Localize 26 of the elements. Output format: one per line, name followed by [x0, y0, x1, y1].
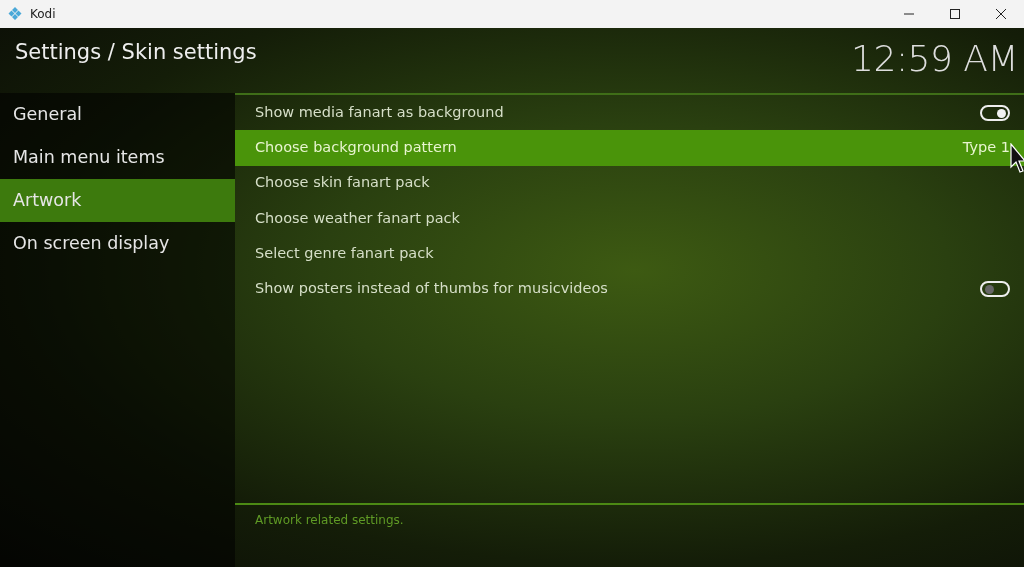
breadcrumb-title: Settings / Skin settings: [15, 40, 257, 64]
sidebar-item[interactable]: General: [0, 93, 235, 136]
setting-value: Type 1: [962, 138, 1010, 158]
setting-label: Choose background pattern: [255, 138, 457, 158]
sidebar-item[interactable]: Main menu items: [0, 136, 235, 179]
clock: 12:59 AM: [851, 38, 1018, 79]
setting-label: Show media fanart as background: [255, 102, 504, 122]
mouse-cursor-icon: [1010, 143, 1024, 173]
sidebar-item[interactable]: On screen display: [0, 222, 235, 265]
setting-row[interactable]: Choose skin fanart pack: [235, 165, 1024, 201]
setting-row[interactable]: Show posters instead of thumbs for musicvideos: [235, 271, 1024, 307]
setting-label: Show posters instead of thumbs for musicvideos: [255, 279, 608, 299]
setting-description: Artwork related settings.: [255, 513, 404, 527]
app-logo-icon: [8, 7, 22, 21]
toggle-switch[interactable]: [980, 281, 1010, 298]
maximize-icon: [950, 9, 960, 19]
close-icon: [996, 9, 1006, 19]
setting-row[interactable]: Choose weather fanart pack: [235, 200, 1024, 237]
setting-label: Choose weather fanart pack: [255, 208, 460, 228]
window-title: Kodi: [30, 6, 56, 23]
setting-label: Choose skin fanart pack: [255, 173, 430, 193]
toggle-switch[interactable]: [980, 104, 1010, 121]
setting-row[interactable]: Show media fanart as background: [235, 95, 1024, 131]
setting-label: Select genre fanart pack: [255, 243, 434, 263]
setting-row[interactable]: Select genre fanart pack: [235, 236, 1024, 272]
sidebar-item[interactable]: Artwork: [0, 179, 235, 222]
